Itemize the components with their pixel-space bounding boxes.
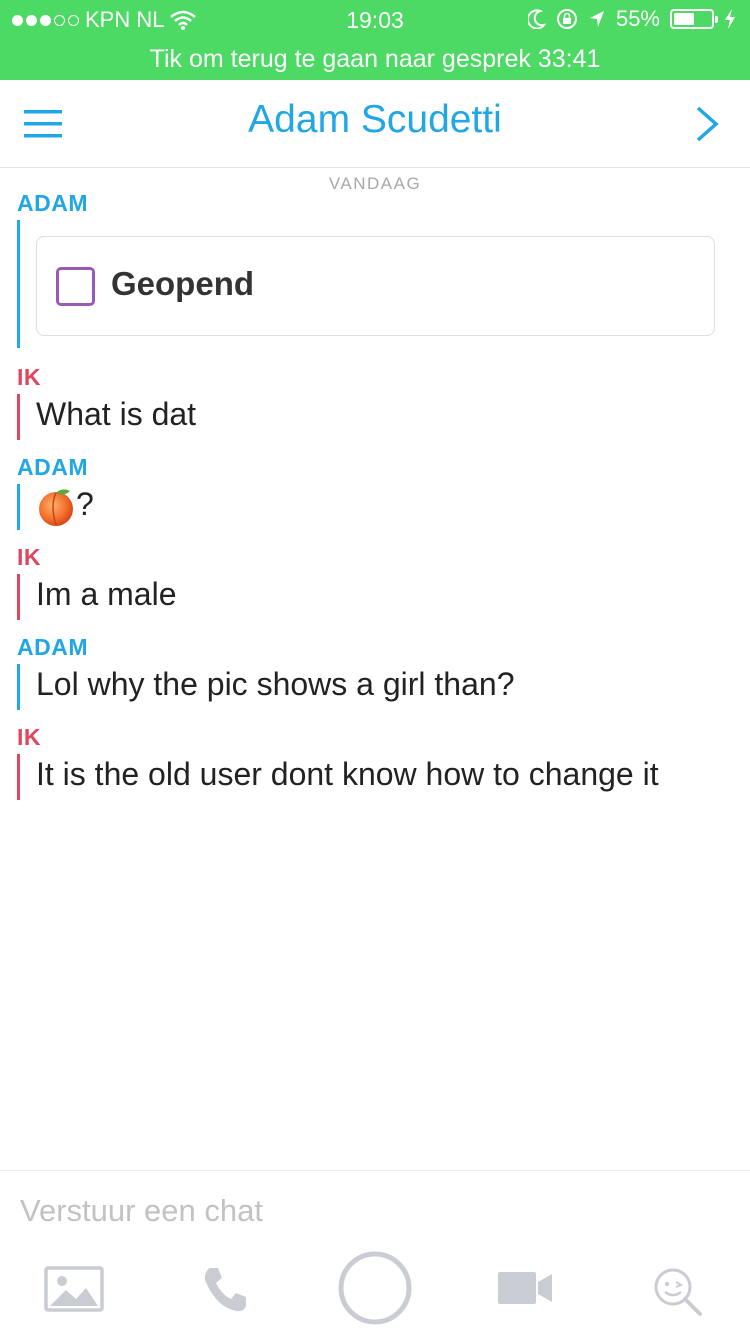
snap-status-square-icon <box>56 267 95 306</box>
voice-call-button[interactable] <box>200 1264 250 1319</box>
battery-icon <box>670 9 718 29</box>
message-bar <box>17 574 20 620</box>
sticker-search-button[interactable] <box>652 1266 704 1323</box>
image-icon <box>44 1266 104 1312</box>
return-to-call-banner[interactable]: Tik om terug te gaan naar gesprek 33:41 <box>0 40 750 80</box>
message-bar <box>17 664 20 710</box>
snap-status-label: Geopend <box>111 265 255 302</box>
message-text[interactable]: Lol why the pic shows a girl than? <box>36 666 514 703</box>
chevron-right-icon <box>696 106 719 142</box>
contact-name-title[interactable]: Adam Scudetti <box>0 98 750 142</box>
chat-input[interactable]: Verstuur een chat <box>20 1193 263 1229</box>
battery-percent: 55% <box>615 6 660 31</box>
phone-icon <box>204 1268 246 1312</box>
chat-input-row: Verstuur een chat <box>0 1170 750 1252</box>
capture-button[interactable] <box>337 1250 413 1331</box>
message-text[interactable]: Im a male <box>36 576 176 613</box>
message-bar <box>17 394 20 440</box>
bottom-toolbar <box>0 1250 750 1334</box>
message-text[interactable]: What is dat <box>36 396 196 433</box>
sender-label: ADAM <box>17 190 88 216</box>
message-bar <box>17 484 20 530</box>
message-text: ? <box>76 486 94 522</box>
sender-label: IK <box>17 364 41 390</box>
rotation-lock-icon <box>556 9 577 29</box>
sender-label: IK <box>17 724 41 750</box>
message-emoji[interactable]: ? <box>36 486 94 527</box>
sender-label: ADAM <box>17 454 88 480</box>
sticker-search-icon <box>654 1268 702 1316</box>
status-bar: KPN NL 19:03 55% <box>0 0 750 40</box>
chat-thread[interactable]: VANDAAG ADAM Geopend IK What is dat ADAM… <box>0 168 750 1168</box>
call-status-area[interactable]: KPN NL 19:03 55% Tik om terug te gaan na… <box>0 0 750 80</box>
moon-icon <box>527 9 546 29</box>
sender-label: ADAM <box>17 634 88 660</box>
next-button[interactable] <box>692 104 722 144</box>
chat-header: Adam Scudetti <box>0 80 750 168</box>
video-camera-icon <box>498 1272 552 1304</box>
location-arrow-icon <box>589 11 604 27</box>
message-bar <box>17 220 20 348</box>
peach-emoji-icon <box>39 488 73 526</box>
message-bar <box>17 754 20 800</box>
battery-fill <box>674 13 694 25</box>
charging-bolt-icon <box>725 9 735 29</box>
day-separator: VANDAAG <box>328 174 422 193</box>
status-right: 55% <box>527 6 736 32</box>
snap-opened-card[interactable]: Geopend <box>36 236 715 336</box>
message-text[interactable]: It is the old user dont know how to chan… <box>36 756 659 793</box>
video-call-button[interactable] <box>498 1270 554 1311</box>
gallery-button[interactable] <box>44 1266 104 1317</box>
capture-circle-icon <box>338 1251 412 1325</box>
sender-label: IK <box>17 544 41 570</box>
